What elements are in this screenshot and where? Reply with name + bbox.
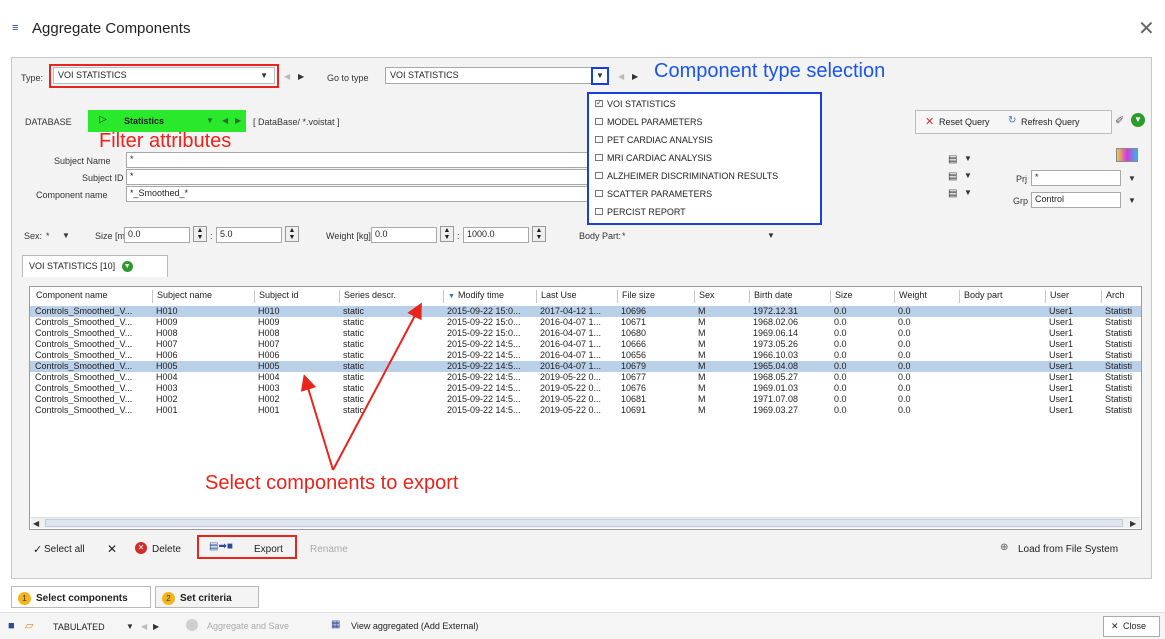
status-bar: ■ ▱ TABULATED ▼ ◀ ▶ Aggregate and Save ▦… — [0, 612, 1165, 639]
export-button[interactable]: Export — [254, 544, 283, 555]
chevron-down-icon[interactable]: ▼ — [126, 622, 134, 631]
view-aggregated-button[interactable]: View aggregated (Add External) — [351, 621, 478, 631]
view-table-icon: ▦ — [331, 619, 341, 630]
close-icon: ✕ — [1111, 621, 1119, 631]
aggregate-icon — [186, 619, 198, 631]
save-icon[interactable]: ■ — [8, 620, 15, 632]
close-button[interactable]: ✕ Close — [1103, 616, 1160, 637]
step-number-badge: 1 — [18, 592, 31, 605]
step-number-badge: 2 — [162, 592, 175, 605]
prev-arrow-icon[interactable]: ◀ — [141, 622, 147, 631]
tab-set-criteria[interactable]: 2 Set criteria — [155, 586, 259, 608]
close-button-label: Close — [1123, 621, 1147, 631]
load-from-fs-button[interactable]: Load from File System — [1018, 544, 1118, 555]
mode-selector[interactable]: TABULATED — [53, 622, 105, 632]
export-icon: ▤➡■ — [209, 541, 233, 552]
tab-select-components[interactable]: 1 Select components — [11, 586, 151, 608]
delete-icon: ✕ — [135, 542, 147, 554]
select-all-button[interactable]: Select all — [44, 544, 85, 555]
arrow-line — [300, 374, 334, 471]
check-icon: ✓ — [33, 544, 43, 556]
arrow-line — [332, 302, 422, 471]
next-arrow-icon[interactable]: ▶ — [153, 622, 159, 631]
aggregate-save-button[interactable]: Aggregate and Save — [207, 621, 289, 631]
open-folder-icon[interactable]: ▱ — [25, 619, 33, 632]
delete-button[interactable]: Delete — [152, 544, 181, 555]
load-icon: ⊕ — [1000, 542, 1009, 553]
tab-label: Set criteria — [180, 593, 232, 604]
tab-label: Select components — [36, 593, 128, 604]
rename-button[interactable]: Rename — [310, 544, 348, 555]
clear-icon[interactable]: ✕ — [107, 542, 117, 556]
